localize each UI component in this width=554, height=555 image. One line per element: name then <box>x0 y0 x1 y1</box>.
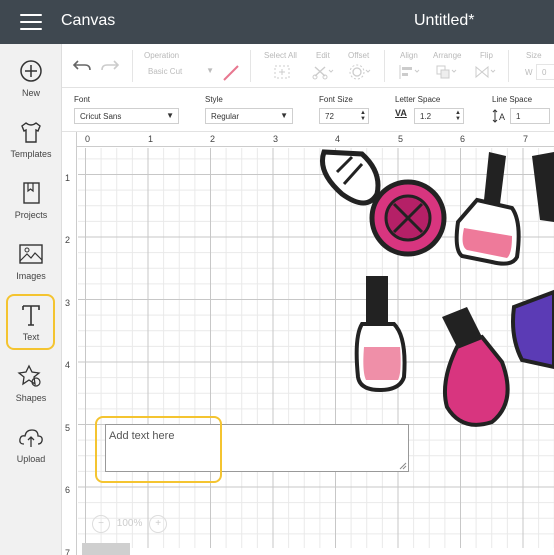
hamburger-menu-icon[interactable] <box>20 14 42 30</box>
edit-label: Edit <box>316 51 330 60</box>
line-space-icon: A <box>492 109 505 123</box>
design-canvas[interactable]: 0 1 2 3 4 5 6 7 1 2 3 4 5 6 7 − 100% + <box>62 132 554 555</box>
shirt-icon <box>21 122 41 143</box>
toolbar-divider <box>384 50 385 82</box>
zoom-in-icon[interactable]: + <box>149 515 168 533</box>
flip-label: Flip <box>480 51 493 60</box>
font-size-value: 72 <box>325 112 334 121</box>
toolbar-divider <box>132 50 133 82</box>
sidebar-item-shapes[interactable]: Shapes <box>0 361 62 417</box>
sidebar-item-images[interactable]: Images <box>0 239 62 295</box>
sidebar-item-upload[interactable]: Upload <box>0 422 62 478</box>
sidebar-item-label: Shapes <box>15 393 47 403</box>
spinner-arrows-icon[interactable]: ▲ ▼ <box>455 110 461 122</box>
text-tool-highlight <box>6 294 55 350</box>
sidebar-item-label: Upload <box>16 454 46 464</box>
line-space-input[interactable]: 1 <box>510 108 550 124</box>
sidebar-item-label: Projects <box>14 210 48 220</box>
document-title: Untitled* <box>414 12 475 29</box>
letter-space-value: 1.2 <box>420 112 432 121</box>
shapes-icon <box>17 364 41 387</box>
select-all-label: Select All <box>264 51 297 60</box>
pink-polish-bottle-left <box>354 276 407 393</box>
resize-handle-icon[interactable] <box>399 462 407 470</box>
edit-toolbar: Operation Basic Cut ▼ Select All Edit Of… <box>62 44 554 88</box>
sidebar-item-templates[interactable]: Templates <box>0 117 62 173</box>
operation-value: Basic Cut <box>148 67 183 76</box>
bookmark-book-icon <box>23 182 40 204</box>
comb-graphic <box>532 152 554 222</box>
plus-circle-icon <box>20 60 42 82</box>
line-space-value: 1 <box>516 112 521 121</box>
flip-icon[interactable] <box>474 64 498 80</box>
sidebar-item-projects[interactable]: Projects <box>0 178 62 234</box>
operation-label: Operation <box>144 51 180 60</box>
style-label: Style <box>205 95 223 104</box>
compact-mirror-graphic <box>320 149 447 257</box>
app-title: Canvas <box>61 12 116 29</box>
letter-space-label: Letter Space <box>395 95 441 104</box>
image-icon <box>19 244 43 264</box>
magenta-polish-bottle <box>442 307 510 427</box>
zoom-control: − 100% + <box>92 515 168 535</box>
sidebar-item-label: Templates <box>10 149 52 159</box>
zoom-level: 100% <box>116 518 143 529</box>
font-value: Cricut Sans <box>80 112 122 121</box>
pink-polish-bottle-top <box>454 152 521 266</box>
svg-text:A: A <box>499 112 505 122</box>
offset-label: Offset <box>348 51 370 60</box>
font-size-label: Font Size <box>319 95 353 104</box>
operation-select[interactable]: Basic Cut ▼ <box>144 64 216 80</box>
align-icon[interactable] <box>398 64 422 80</box>
left-sidebar: New Templates Projects Images Text Shape… <box>0 44 62 555</box>
linetype-swatch-icon[interactable] <box>222 64 240 82</box>
toolbar-divider <box>250 50 251 82</box>
offset-icon[interactable] <box>349 64 373 80</box>
horizontal-scrollbar[interactable] <box>82 543 130 555</box>
font-size-input[interactable]: 72 ▲ ▼ <box>319 108 369 124</box>
chevron-down-icon: ▼ <box>166 111 174 120</box>
size-width-input[interactable]: 0 <box>536 64 554 80</box>
toolbar-divider <box>508 50 509 82</box>
size-label: Size <box>526 51 542 60</box>
chevron-down-icon: ▼ <box>206 66 214 75</box>
sidebar-item-label: Images <box>16 271 46 281</box>
style-value: Regular <box>211 112 240 121</box>
style-select[interactable]: Regular ▼ <box>205 108 293 124</box>
size-width-label: W <box>525 68 533 77</box>
font-select[interactable]: Cricut Sans ▼ <box>74 108 179 124</box>
zoom-out-icon[interactable]: − <box>92 515 110 533</box>
nail-polish-illustration[interactable] <box>62 132 554 555</box>
letter-space-icon: VA <box>395 108 407 118</box>
arrange-label: Arrange <box>433 51 462 60</box>
letter-space-input[interactable]: 1.2 ▲ ▼ <box>414 108 464 124</box>
spinner-arrows-icon[interactable]: ▲ ▼ <box>360 110 366 122</box>
font-label: Font <box>74 95 91 104</box>
redo-icon[interactable] <box>100 57 120 73</box>
undo-icon[interactable] <box>72 57 92 73</box>
sidebar-item-new[interactable]: New <box>0 56 62 112</box>
edit-scissors-icon[interactable] <box>312 64 336 80</box>
chevron-down-icon: ▼ <box>280 111 288 120</box>
text-box-highlight <box>95 416 222 483</box>
align-label: Align <box>400 51 418 60</box>
sidebar-item-label: New <box>21 88 40 98</box>
select-all-icon[interactable] <box>274 65 290 79</box>
purple-polish-bottle <box>511 289 554 370</box>
size-width-value: 0 <box>542 68 547 77</box>
text-toolbar: Font Cricut Sans ▼ Style Regular ▼ Font … <box>62 88 554 132</box>
cricut-design-space-window: Canvas Untitled* New Templates Projects <box>0 0 554 555</box>
line-space-label: Line Space <box>492 95 533 104</box>
cloud-upload-icon <box>19 429 43 447</box>
arrange-icon[interactable] <box>435 64 459 80</box>
app-header: Canvas Untitled* <box>0 0 554 44</box>
